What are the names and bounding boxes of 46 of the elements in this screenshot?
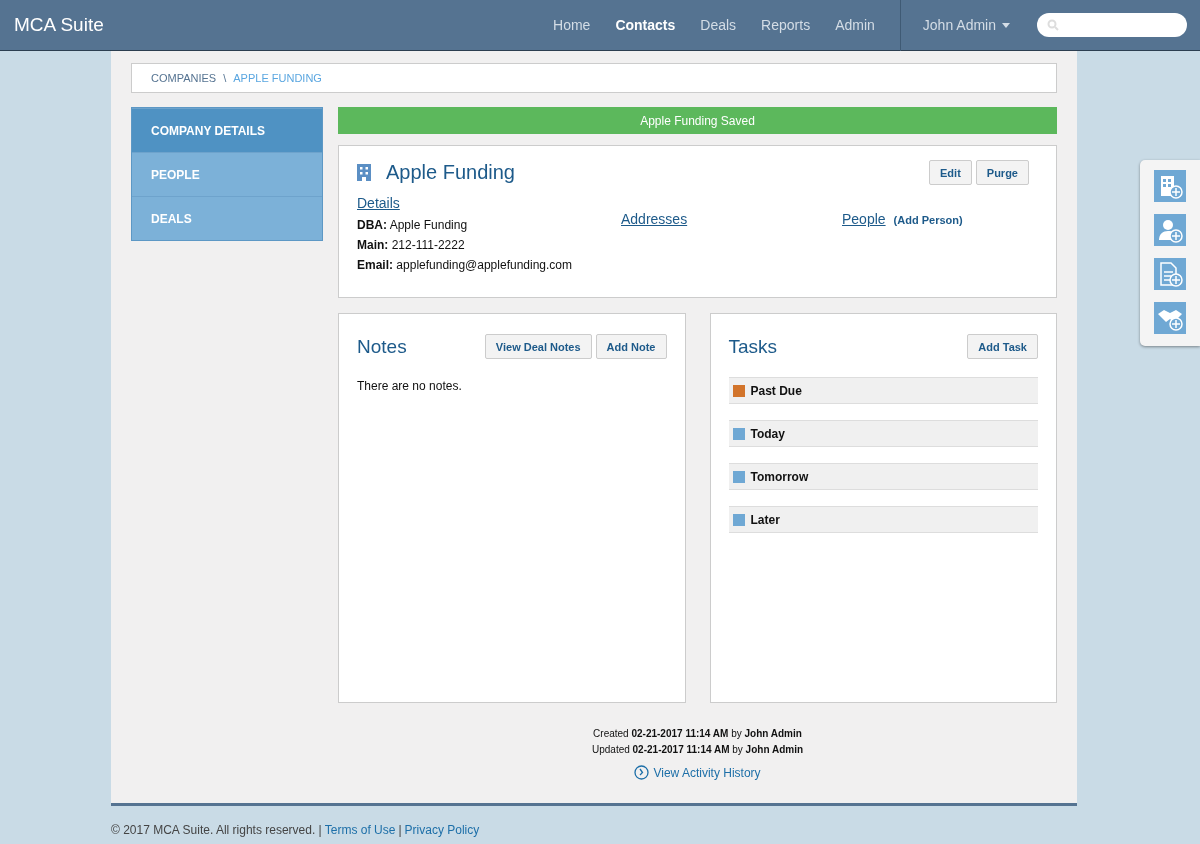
task-group[interactable]: Today xyxy=(728,420,1038,447)
add-task-button[interactable]: Add Task xyxy=(967,334,1038,359)
addresses-link[interactable]: Addresses xyxy=(621,211,688,227)
action-button[interactable]: Purge xyxy=(975,160,1029,185)
copyright-text: © 2017 MCA Suite. All rights reserved. | xyxy=(111,823,322,837)
detail-line: Email: applefunding@applefunding.com xyxy=(357,258,573,272)
task-group[interactable]: Later xyxy=(728,506,1038,533)
people-link[interactable]: People xyxy=(842,211,886,227)
brand-name: MCA Suite xyxy=(14,14,105,36)
detail-line: Main: 212-111-2222 xyxy=(357,238,466,252)
nav-link[interactable]: Contacts xyxy=(615,17,676,33)
details-link[interactable]: Details xyxy=(357,195,400,211)
terms-link[interactable]: Terms of Use xyxy=(324,823,396,837)
quick-add-button[interactable] xyxy=(1154,258,1186,290)
user-menu[interactable]: John Admin xyxy=(899,0,1037,51)
task-group[interactable]: Past Due xyxy=(728,377,1038,404)
notes-button[interactable]: Add Note xyxy=(595,334,667,359)
action-button[interactable]: Edit xyxy=(929,160,972,185)
history-link[interactable]: View Activity History xyxy=(634,765,761,780)
privacy-link[interactable]: Privacy Policy xyxy=(404,823,480,837)
tasks-title: Tasks xyxy=(728,335,779,358)
quick-add-button[interactable] xyxy=(1154,214,1186,246)
search-field[interactable] xyxy=(1037,13,1187,37)
breadcrumb-separator: \ xyxy=(223,72,227,84)
breadcrumb-link[interactable]: APPLE FUNDING xyxy=(233,72,322,84)
search-icon xyxy=(1047,19,1059,31)
notes-title: Notes xyxy=(357,335,408,358)
sidebar-item[interactable]: COMPANY DETAILS xyxy=(132,108,322,152)
task-group[interactable]: Tomorrow xyxy=(728,463,1038,490)
nav-link[interactable]: Reports xyxy=(761,17,811,33)
building-icon xyxy=(357,164,371,181)
audit-text: Created 02-21-2017 11:14 AM by John Admin xyxy=(592,728,803,739)
audit-text: Updated 02-21-2017 11:14 AM by John Admin xyxy=(590,744,804,755)
success-alert: Apple Funding Saved xyxy=(338,107,1057,134)
add-person-link[interactable]: (Add Person) xyxy=(893,214,963,226)
notes-button[interactable]: View Deal Notes xyxy=(484,334,592,359)
empty-notes-text: There are no notes. xyxy=(357,379,463,393)
footer-separator: | xyxy=(398,823,402,837)
detail-line: DBA: Apple Funding xyxy=(357,218,469,232)
nav-link[interactable]: Admin xyxy=(835,17,875,33)
quick-add-button[interactable] xyxy=(1154,170,1186,202)
nav-link[interactable]: Deals xyxy=(700,17,737,33)
breadcrumb-link[interactable]: COMPANIES xyxy=(151,72,217,84)
caret-icon xyxy=(1002,22,1010,28)
company-name: Apple Funding xyxy=(386,161,516,184)
nav-link[interactable]: Home xyxy=(553,17,591,33)
